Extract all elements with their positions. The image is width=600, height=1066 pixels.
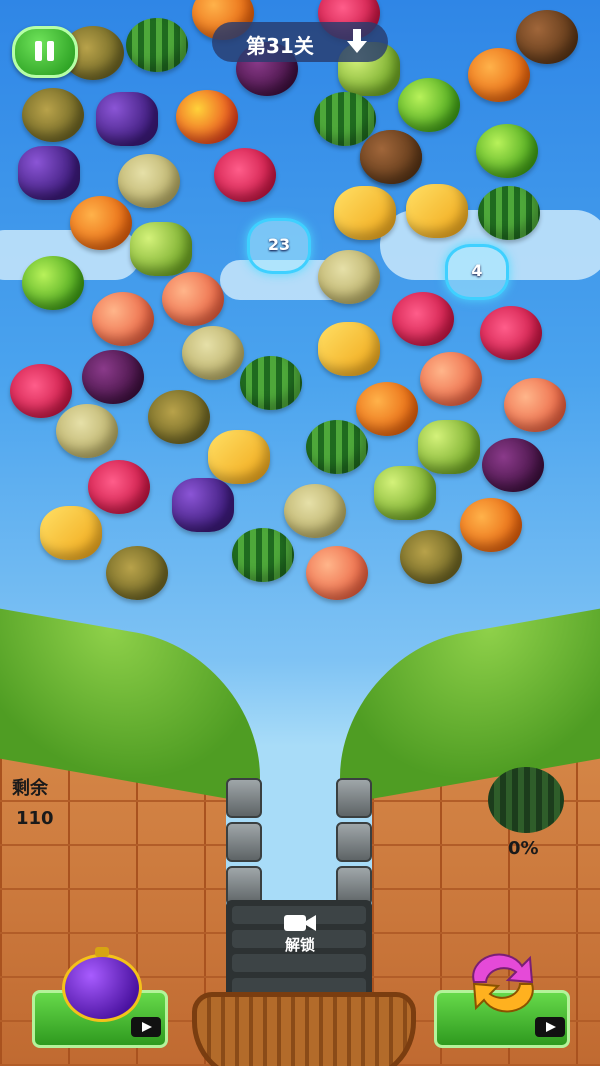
melon-bubble — [56, 404, 118, 458]
melon-bubble — [182, 326, 244, 380]
watermelon-bubble — [240, 356, 302, 410]
green-grape-bubble — [130, 222, 192, 276]
ice-cell: 23 — [247, 218, 311, 274]
remaining-count: 110 — [16, 808, 54, 829]
carambola-bubble — [406, 184, 468, 238]
durian-bubble — [106, 546, 168, 600]
mango-bubble — [176, 90, 238, 144]
lime-bubble — [476, 124, 538, 178]
melon-bubble — [118, 154, 180, 208]
lime-bubble — [22, 256, 84, 310]
level-title: 第31关 — [246, 34, 314, 58]
watermelon-bubble — [126, 18, 188, 72]
fruit-basket — [192, 992, 416, 1066]
mangosteen-bubble — [82, 350, 144, 404]
lime-bubble — [398, 78, 460, 132]
down-arrow-icon[interactable] — [342, 26, 372, 56]
peach-bubble — [162, 272, 224, 326]
peach-bubble — [504, 378, 566, 432]
melon-bubble — [318, 250, 380, 304]
grape-bubble — [96, 92, 158, 146]
durian-bubble — [22, 88, 84, 142]
carambola-bubble — [208, 430, 270, 484]
watermelon-bubble — [314, 92, 376, 146]
watermelon-bubble — [306, 420, 368, 474]
carambola-bubble — [40, 506, 102, 560]
watermelon-bubble — [478, 186, 540, 240]
remaining-label: 剩余 — [12, 778, 48, 799]
level-banner: 第31关 — [212, 22, 388, 62]
carambola-bubble — [334, 186, 396, 240]
video-camera-icon — [284, 915, 316, 931]
grape-bubble — [172, 478, 234, 532]
kiwi-bubble — [516, 10, 578, 64]
peach-bubble — [306, 546, 368, 600]
orange-bubble — [460, 498, 522, 552]
dragonfruit-bubble — [88, 460, 150, 514]
video-camera-icon — [535, 1017, 565, 1037]
orange-bubble — [356, 382, 418, 436]
progress-percent: 0% — [508, 838, 539, 859]
watermelon-bubble — [232, 528, 294, 582]
green-grape-bubble — [374, 466, 436, 520]
durian-bubble — [400, 530, 462, 584]
melon-bubble — [284, 484, 346, 538]
dragonfruit-bubble — [214, 148, 276, 202]
dragonfruit-bubble — [392, 292, 454, 346]
orange-bubble — [468, 48, 530, 102]
bomb-icon — [62, 947, 142, 1022]
video-camera-icon — [131, 1017, 161, 1037]
mangosteen-bubble — [482, 438, 544, 492]
pause-button[interactable] — [12, 26, 78, 78]
green-grape-bubble — [418, 420, 480, 474]
peach-bubble — [92, 292, 154, 346]
game-stage: 23 4 第31关 剩余 110 0% 解锁 — [0, 0, 600, 1066]
swap-arrows-icon — [472, 953, 534, 1013]
kiwi-bubble — [360, 130, 422, 184]
durian-bubble — [148, 390, 210, 444]
carambola-bubble — [318, 322, 380, 376]
dragonfruit-bubble — [10, 364, 72, 418]
peach-bubble — [420, 352, 482, 406]
grape-bubble — [18, 146, 80, 200]
ice-cell-count: 23 — [267, 235, 291, 254]
ice-cell-count: 4 — [471, 261, 483, 280]
ice-cell: 4 — [445, 244, 509, 300]
next-fruit-preview — [488, 767, 564, 833]
dragonfruit-bubble — [480, 306, 542, 360]
orange-bubble — [70, 196, 132, 250]
